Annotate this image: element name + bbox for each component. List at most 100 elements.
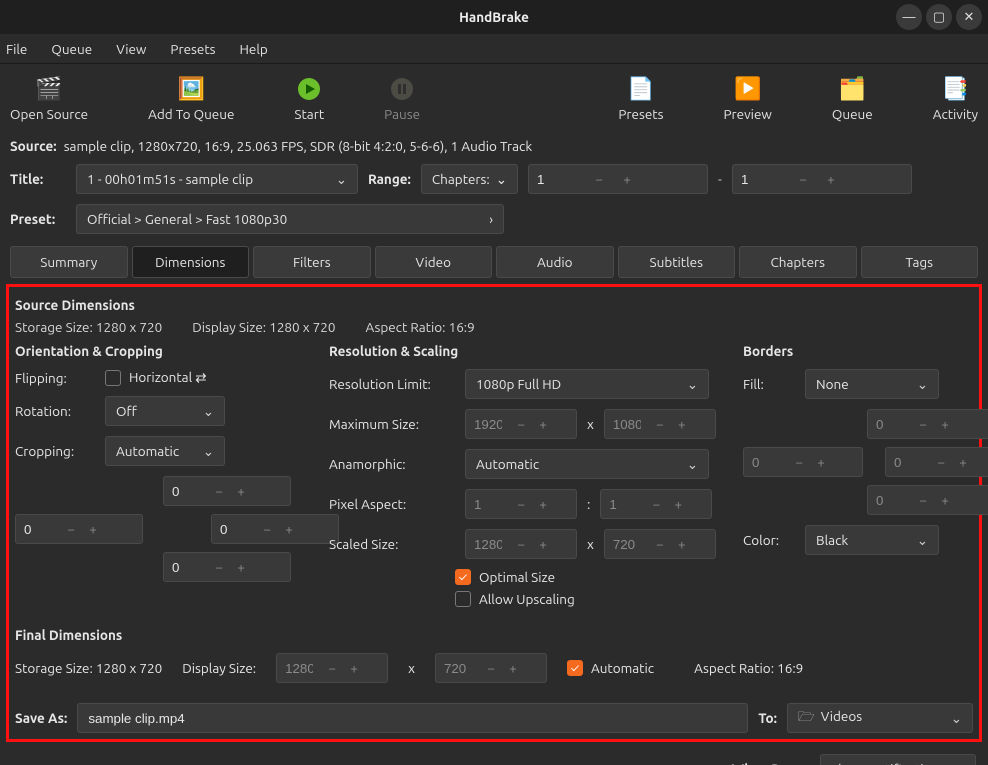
preview-button[interactable]: ▶️ Preview bbox=[723, 76, 771, 122]
menubar: File Queue View Presets Help bbox=[0, 34, 988, 64]
save-as-input[interactable] bbox=[77, 703, 748, 733]
crop-bottom-spin[interactable]: −+ bbox=[163, 552, 291, 582]
film-icon: 🎬 bbox=[36, 76, 62, 102]
menu-presets[interactable]: Presets bbox=[170, 41, 215, 57]
chevron-down-icon: ⌄ bbox=[917, 376, 928, 393]
add-to-queue-button[interactable]: 🖼️ Add To Queue bbox=[148, 76, 234, 122]
border-left-spin[interactable]: −+ bbox=[743, 447, 863, 477]
final-storage-label: Storage Size: bbox=[15, 660, 93, 676]
tab-dimensions[interactable]: Dimensions bbox=[132, 246, 250, 278]
scaled-height-spin[interactable]: −+ bbox=[604, 529, 716, 559]
source-value: sample clip, 1280x720, 16:9, 25.063 FPS,… bbox=[64, 138, 532, 154]
play-icon bbox=[296, 76, 322, 102]
start-button[interactable]: Start bbox=[294, 76, 324, 122]
open-source-button[interactable]: 🎬 Open Source bbox=[10, 76, 88, 122]
plus-icon[interactable]: + bbox=[613, 171, 641, 187]
cropping-select[interactable]: Automatic⌄ bbox=[105, 436, 225, 466]
final-display-label: Display Size: bbox=[182, 660, 256, 676]
crop-left-spin[interactable]: −+ bbox=[15, 514, 143, 544]
cropping-label: Cropping: bbox=[15, 443, 95, 459]
menu-queue[interactable]: Queue bbox=[51, 41, 92, 57]
menu-help[interactable]: Help bbox=[240, 41, 268, 57]
optimal-size-checkbox[interactable]: ✓Optimal Size bbox=[455, 569, 555, 585]
pause-icon bbox=[389, 76, 415, 102]
images-plus-icon: 🖼️ bbox=[178, 76, 204, 102]
range-to-spin[interactable]: −+ bbox=[732, 164, 912, 194]
window-close-button[interactable]: ✕ bbox=[956, 4, 982, 30]
folder-icon: 🗁 bbox=[798, 708, 815, 724]
page-gear-icon: 📄 bbox=[628, 76, 654, 102]
when-done-select[interactable]: Show Notification ⌄ bbox=[820, 754, 976, 765]
range-mode-select[interactable]: Chapters: ⌄ bbox=[421, 164, 518, 194]
final-display-height-spin[interactable]: −+ bbox=[435, 653, 547, 683]
chevron-right-icon: › bbox=[489, 211, 493, 227]
tab-audio[interactable]: Audio bbox=[496, 246, 614, 278]
display-size-label: Display Size: bbox=[192, 319, 266, 335]
final-dimensions-heading: Final Dimensions bbox=[15, 623, 973, 647]
crop-right-spin[interactable]: −+ bbox=[211, 514, 339, 544]
border-top-spin[interactable]: −+ bbox=[867, 409, 988, 439]
resolution-heading: Resolution & Scaling bbox=[329, 343, 729, 359]
resolution-limit-label: Resolution Limit: bbox=[329, 376, 455, 392]
dimensions-panel: Source Dimensions Storage Size: 1280 x 7… bbox=[6, 284, 982, 742]
minus-icon[interactable]: − bbox=[585, 171, 613, 187]
rotation-label: Rotation: bbox=[15, 403, 95, 419]
pixel-aspect-y-spin[interactable]: −+ bbox=[600, 489, 712, 519]
tab-tags[interactable]: Tags bbox=[861, 246, 979, 278]
window-minimize-button[interactable]: — bbox=[896, 4, 922, 30]
tab-chapters[interactable]: Chapters bbox=[739, 246, 857, 278]
color-label: Color: bbox=[743, 532, 795, 548]
save-as-label: Save As: bbox=[15, 710, 67, 726]
to-folder-select[interactable]: 🗁Videos ⌄ bbox=[787, 703, 973, 733]
border-bottom-spin[interactable]: −+ bbox=[867, 485, 988, 515]
flipping-label: Flipping: bbox=[15, 370, 95, 386]
title-select[interactable]: 1 - 00h01m51s - sample clip ⌄ bbox=[76, 164, 358, 194]
images-stack-icon: 🗂️ bbox=[839, 76, 865, 102]
range-from-input[interactable] bbox=[529, 165, 585, 193]
preset-select[interactable]: Official > General > Fast 1080p30 › bbox=[76, 204, 504, 234]
crop-top-spin[interactable]: −+ bbox=[163, 476, 291, 506]
final-storage-value: 1280 x 720 bbox=[96, 660, 162, 676]
range-from-spin[interactable]: −+ bbox=[528, 164, 708, 194]
pixel-aspect-x-spin[interactable]: −+ bbox=[465, 489, 577, 519]
chevron-down-icon: ⌄ bbox=[496, 171, 507, 188]
window-maximize-button[interactable]: ▢ bbox=[926, 4, 952, 30]
final-display-width-spin[interactable]: −+ bbox=[276, 653, 388, 683]
tab-summary[interactable]: Summary bbox=[10, 246, 128, 278]
fill-select[interactable]: None⌄ bbox=[805, 369, 939, 399]
title-label: Title: bbox=[10, 171, 66, 187]
scaled-width-spin[interactable]: −+ bbox=[465, 529, 577, 559]
max-height-spin[interactable]: −+ bbox=[604, 409, 716, 439]
chevron-down-icon: ⌄ bbox=[687, 456, 698, 473]
aspect-ratio-label: Aspect Ratio: bbox=[366, 319, 446, 335]
fill-label: Fill: bbox=[743, 376, 795, 392]
source-label: Source: bbox=[10, 138, 57, 154]
window-title: HandBrake bbox=[459, 9, 529, 25]
source-info: Source: sample clip, 1280x720, 16:9, 25.… bbox=[0, 130, 988, 158]
presets-button[interactable]: 📄 Presets bbox=[618, 76, 663, 122]
pause-button: Pause bbox=[384, 76, 420, 122]
preset-label: Preset: bbox=[10, 211, 66, 227]
tab-filters[interactable]: Filters bbox=[253, 246, 371, 278]
allow-upscaling-checkbox[interactable]: Allow Upscaling bbox=[455, 591, 575, 607]
queue-button[interactable]: 🗂️ Queue bbox=[832, 76, 873, 122]
menu-file[interactable]: File bbox=[6, 41, 27, 57]
display-size-value: 1280 x 720 bbox=[269, 319, 335, 335]
border-right-spin[interactable]: −+ bbox=[885, 447, 988, 477]
activity-button[interactable]: 📑 Activity bbox=[933, 76, 978, 122]
minus-icon[interactable]: − bbox=[789, 171, 817, 187]
plus-icon[interactable]: + bbox=[817, 171, 845, 187]
range-to-input[interactable] bbox=[733, 165, 789, 193]
tab-subtitles[interactable]: Subtitles bbox=[618, 246, 736, 278]
titlebar: HandBrake — ▢ ✕ bbox=[0, 0, 988, 34]
resolution-limit-select[interactable]: 1080p Full HD⌄ bbox=[465, 369, 709, 399]
flip-horizontal-checkbox[interactable]: Horizontal ⇄ bbox=[105, 369, 207, 386]
border-color-select[interactable]: Black⌄ bbox=[805, 525, 939, 555]
max-width-spin[interactable]: −+ bbox=[465, 409, 577, 439]
rotation-select[interactable]: Off⌄ bbox=[105, 396, 225, 426]
menu-view[interactable]: View bbox=[116, 41, 146, 57]
tab-video[interactable]: Video bbox=[375, 246, 493, 278]
range-dash: - bbox=[718, 171, 722, 187]
anamorphic-select[interactable]: Automatic⌄ bbox=[465, 449, 709, 479]
final-automatic-checkbox[interactable]: ✓Automatic bbox=[567, 660, 654, 676]
